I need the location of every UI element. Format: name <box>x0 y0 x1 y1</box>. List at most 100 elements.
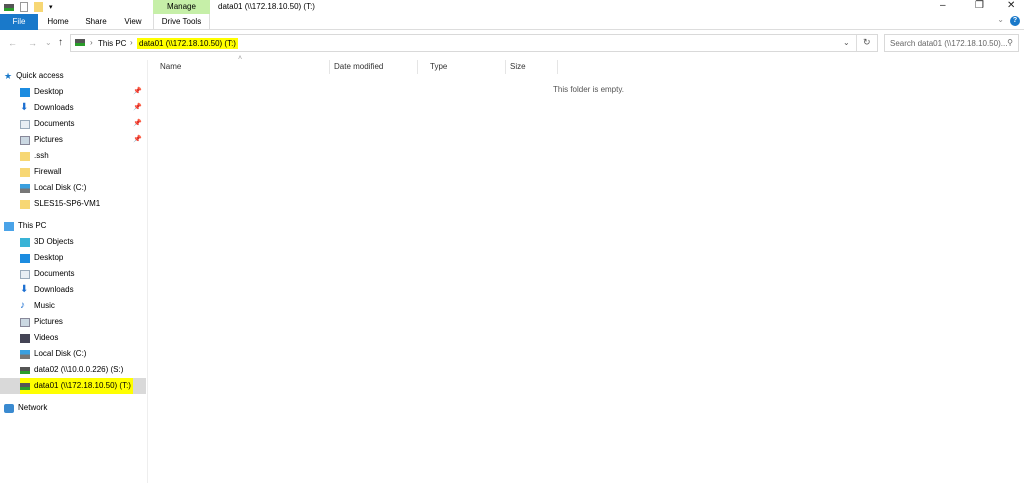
nav-label: Videos <box>34 333 59 342</box>
nav-quick-access[interactable]: ★ Quick access <box>4 68 130 84</box>
nav-label: Quick access <box>16 71 64 80</box>
nav-label: data01 (\\172.18.10.50) (T:) <box>34 381 131 390</box>
nav-item-data02[interactable]: data02 (\\10.0.0.226) (S:) <box>20 362 146 378</box>
nav-item-documents[interactable]: Documents <box>20 266 146 282</box>
ribbon-expand-button[interactable]: ⌄ <box>997 15 1004 24</box>
folder-icon <box>20 199 30 209</box>
pin-icon[interactable]: 📌 <box>133 116 142 132</box>
tab-share[interactable]: Share <box>78 14 114 30</box>
nav-item-downloads[interactable]: ⬇ Downloads 📌 <box>20 100 146 116</box>
download-icon: ⬇ <box>20 284 29 295</box>
drive-icon <box>4 3 14 11</box>
pin-icon[interactable]: 📌 <box>133 132 142 148</box>
documents-icon <box>20 269 30 279</box>
nav-label: This PC <box>18 221 47 230</box>
breadcrumb-this-pc[interactable]: This PC <box>98 39 126 48</box>
manage-context-tab: Manage <box>153 0 210 14</box>
customize-qat-icon[interactable]: ▾ <box>49 3 53 11</box>
nav-item-pictures[interactable]: Pictures <box>20 314 146 330</box>
recent-locations-button[interactable]: ⌄ <box>45 38 52 47</box>
empty-folder-message: This folder is empty. <box>553 85 624 94</box>
breadcrumb-current[interactable]: data01 (\\172.18.10.50) (T:) <box>137 38 238 49</box>
documents-icon <box>20 119 30 129</box>
download-icon: ⬇ <box>20 102 29 113</box>
3d-objects-icon <box>20 237 30 247</box>
nav-label: Pictures <box>34 135 63 144</box>
nav-label: Documents <box>34 269 75 278</box>
nav-item-data01[interactable]: data01 (\\172.18.10.50) (T:) <box>0 378 146 394</box>
tab-home[interactable]: Home <box>40 14 76 30</box>
music-icon: ♪ <box>20 300 25 311</box>
forward-button[interactable]: → <box>28 38 37 48</box>
restore-button[interactable]: ❐ <box>975 0 984 11</box>
nav-item-firewall[interactable]: Firewall <box>20 164 146 180</box>
column-header-type[interactable]: Type <box>418 60 506 74</box>
nav-item-pictures[interactable]: Pictures 📌 <box>20 132 146 148</box>
nav-label: .ssh <box>34 151 49 160</box>
nav-label: Local Disk (C:) <box>34 183 87 192</box>
search-icon: ⚲ <box>1007 38 1013 47</box>
nav-item-desktop[interactable]: Desktop <box>20 250 146 266</box>
drive-icon <box>75 39 85 46</box>
disk-icon <box>20 183 30 193</box>
nav-label: Documents <box>34 119 75 128</box>
nav-label: Local Disk (C:) <box>34 349 87 358</box>
nav-label: Music <box>34 301 55 310</box>
column-header-size[interactable]: Size <box>498 60 558 74</box>
nav-item-downloads[interactable]: ⬇ Downloads <box>20 282 146 298</box>
search-placeholder: Search data01 (\\172.18.10.50)... <box>890 39 1008 48</box>
address-dropdown[interactable]: ⌄ <box>843 38 850 47</box>
nav-label: Desktop <box>34 87 64 96</box>
nav-label: Desktop <box>34 253 64 262</box>
nav-label: Firewall <box>34 167 62 176</box>
nav-item-ssh[interactable]: .ssh <box>20 148 146 164</box>
properties-icon[interactable] <box>20 2 28 12</box>
tab-drive-tools[interactable]: Drive Tools <box>153 14 210 30</box>
ribbon-tabs: File Home Share View Drive Tools <box>0 14 1024 30</box>
column-header-date-modified[interactable]: Date modified <box>322 60 418 74</box>
search-input[interactable]: Search data01 (\\172.18.10.50)... ⚲ <box>884 34 1019 52</box>
window-title: data01 (\\172.18.10.50) (T:) <box>218 2 315 11</box>
nav-item-desktop[interactable]: Desktop 📌 <box>20 84 146 100</box>
nav-item-videos[interactable]: Videos <box>20 330 146 346</box>
breadcrumb-separator: › <box>130 38 133 47</box>
nav-label: Network <box>18 403 48 412</box>
title-bar: ▾ Manage data01 (\\172.18.10.50) (T:) – … <box>0 0 1024 14</box>
network-drive-icon <box>20 382 30 390</box>
desktop-icon <box>20 253 30 263</box>
close-button[interactable]: ✕ <box>1007 0 1015 11</box>
folder-icon <box>20 151 30 161</box>
nav-label: SLES15-SP6-VM1 <box>34 199 101 208</box>
nav-this-pc[interactable]: This PC <box>4 218 130 234</box>
tab-file[interactable]: File <box>0 14 38 30</box>
minimize-button[interactable]: – <box>940 0 946 11</box>
nav-network[interactable]: Network <box>4 400 130 416</box>
nav-item-3d-objects[interactable]: 3D Objects <box>20 234 146 250</box>
disk-icon <box>20 349 30 359</box>
desktop-icon <box>20 87 30 97</box>
nav-item-sles15[interactable]: SLES15-SP6-VM1 <box>20 196 146 212</box>
quick-access-toolbar: ▾ <box>4 2 53 12</box>
computer-icon <box>4 221 14 231</box>
nav-item-local-disk[interactable]: Local Disk (C:) <box>20 346 146 362</box>
nav-label: data02 (\\10.0.0.226) (S:) <box>34 365 124 374</box>
pin-icon[interactable]: 📌 <box>133 100 142 116</box>
refresh-button[interactable]: ↻ <box>863 37 871 48</box>
breadcrumb-separator: › <box>90 38 93 47</box>
address-bar[interactable]: › This PC › data01 (\\172.18.10.50) (T:)… <box>70 34 878 52</box>
pin-icon[interactable]: 📌 <box>133 84 142 100</box>
help-icon[interactable]: ? <box>1010 16 1020 26</box>
pictures-icon <box>20 317 30 327</box>
tab-view[interactable]: View <box>116 14 150 30</box>
new-folder-icon[interactable] <box>34 2 43 12</box>
nav-label: Pictures <box>34 317 63 326</box>
back-button[interactable]: ← <box>8 38 17 48</box>
videos-icon <box>20 333 30 343</box>
column-header-name[interactable]: Name <box>148 60 330 74</box>
nav-item-music[interactable]: ♪ Music <box>20 298 146 314</box>
up-button[interactable]: ↑ <box>58 37 63 48</box>
navigation-pane: ★ Quick access Desktop 📌 ⬇ Downloads 📌 Docum… <box>0 60 148 483</box>
nav-item-local-disk[interactable]: Local Disk (C:) <box>20 180 146 196</box>
nav-item-documents[interactable]: Documents 📌 <box>20 116 146 132</box>
pictures-icon <box>20 135 30 145</box>
